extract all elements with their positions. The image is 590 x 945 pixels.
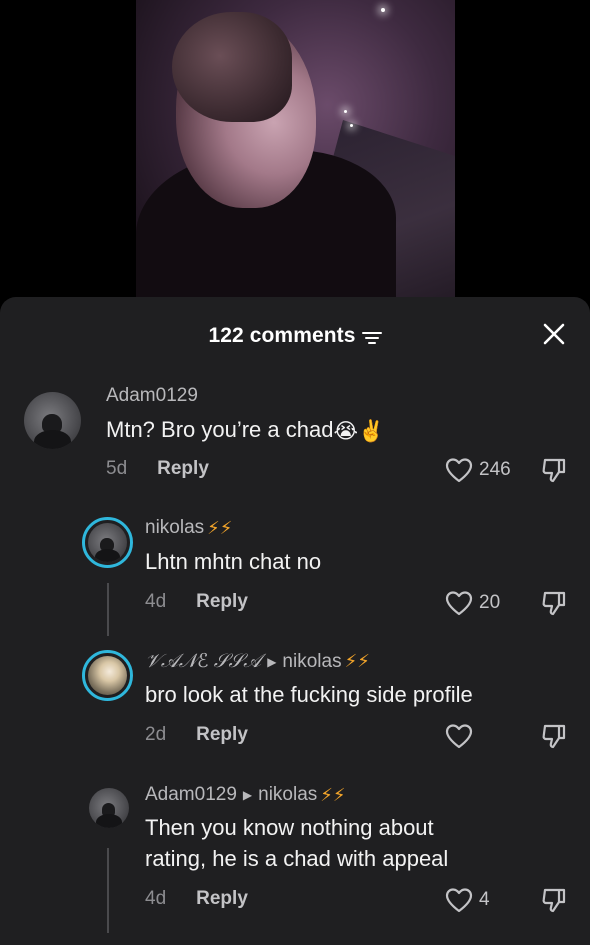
- comment-text: Mtn? Bro you’re a chad😭✌️: [106, 414, 384, 447]
- heart-outline-icon: [445, 724, 473, 749]
- avatar: [88, 656, 127, 695]
- video-preview[interactable]: [136, 0, 455, 300]
- comment-username[interactable]: nikolas ⚡⚡: [145, 517, 232, 539]
- comment-text: bro look at the fucking side profile: [145, 682, 473, 707]
- comment-text: Lhtn mhtn chat no: [145, 549, 322, 574]
- like-count: 246: [479, 459, 511, 480]
- lightning-bolt-icon: ⚡⚡: [320, 784, 346, 805]
- comment-text: rating, he is a chad with appeal: [145, 846, 449, 871]
- reply-arrow-icon: ▶: [267, 654, 277, 669]
- comment-meta: 5d Reply: [106, 458, 209, 480]
- video-person-hair: [172, 12, 292, 122]
- thumbs-down-icon[interactable]: [540, 589, 568, 617]
- thumbs-down-icon[interactable]: [540, 886, 568, 914]
- lightning-bolt-icon: ⚡⚡: [207, 517, 233, 538]
- comment-count: 122 comments: [208, 324, 356, 347]
- thumbs-down-icon[interactable]: [540, 456, 568, 484]
- comment-username[interactable]: 𝒱𝒜𝒩ℰ 𝒮𝒮𝒜 ▶ nikolas ⚡⚡: [145, 650, 370, 673]
- comment-text: Then you know nothing about: [145, 815, 434, 840]
- reply-arrow-icon: ▶: [242, 788, 253, 802]
- comment-time: 2d: [145, 724, 167, 745]
- comment-emojis: 😭✌️: [333, 419, 385, 443]
- comment-meta: 4d Reply: [145, 888, 248, 910]
- reply-button[interactable]: Reply: [157, 458, 209, 480]
- like-count: 4: [479, 889, 490, 910]
- comment-time: 4d: [145, 591, 167, 612]
- comment-username[interactable]: Adam0129: [106, 385, 198, 407]
- avatar-story-ring[interactable]: [82, 517, 133, 568]
- comment-time: 4d: [145, 888, 167, 909]
- thumbs-down-icon[interactable]: [540, 722, 568, 750]
- comment-time: 5d: [106, 458, 128, 479]
- street-lamp: [350, 124, 353, 127]
- comment-username[interactable]: Adam0129 ▶ nikolas ⚡⚡: [145, 784, 346, 806]
- street-lamp: [381, 8, 385, 12]
- avatar[interactable]: [24, 392, 81, 449]
- thread-line: [107, 848, 109, 933]
- street-lamp: [344, 110, 347, 113]
- like-button[interactable]: 246: [445, 457, 511, 483]
- like-button[interactable]: [445, 723, 479, 749]
- reply-button[interactable]: Reply: [196, 724, 248, 746]
- comment-meta: 2d Reply: [145, 724, 248, 746]
- like-button[interactable]: 20: [445, 590, 500, 616]
- heart-outline-icon: [445, 458, 473, 483]
- reply-button[interactable]: Reply: [196, 888, 248, 910]
- avatar: [88, 523, 127, 562]
- comment-meta: 4d Reply: [145, 591, 248, 613]
- like-button[interactable]: 4: [445, 887, 490, 913]
- comments-header: 122 comments: [0, 322, 590, 350]
- heart-outline-icon: [445, 888, 473, 913]
- heart-outline-icon: [445, 591, 473, 616]
- like-count: 20: [479, 592, 501, 613]
- lightning-bolt-icon: ⚡⚡: [344, 651, 370, 671]
- avatar[interactable]: [89, 788, 129, 828]
- thread-line: [107, 583, 109, 636]
- reply-button[interactable]: Reply: [196, 591, 248, 613]
- filter-lines-icon[interactable]: [361, 330, 382, 346]
- avatar-story-ring[interactable]: [82, 650, 133, 701]
- close-icon[interactable]: [542, 322, 566, 346]
